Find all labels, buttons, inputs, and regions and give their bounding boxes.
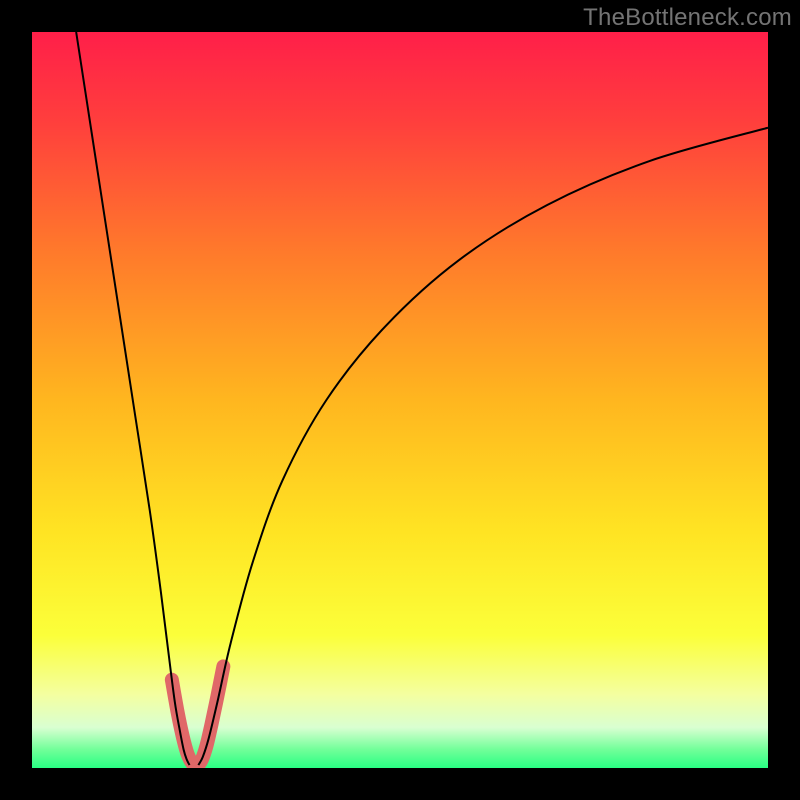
watermark-label: TheBottleneck.com <box>583 4 792 32</box>
plot-area <box>32 32 768 768</box>
chart-frame: TheBottleneck.com <box>0 0 800 800</box>
chart-svg <box>32 32 768 768</box>
gradient-background <box>32 32 768 768</box>
